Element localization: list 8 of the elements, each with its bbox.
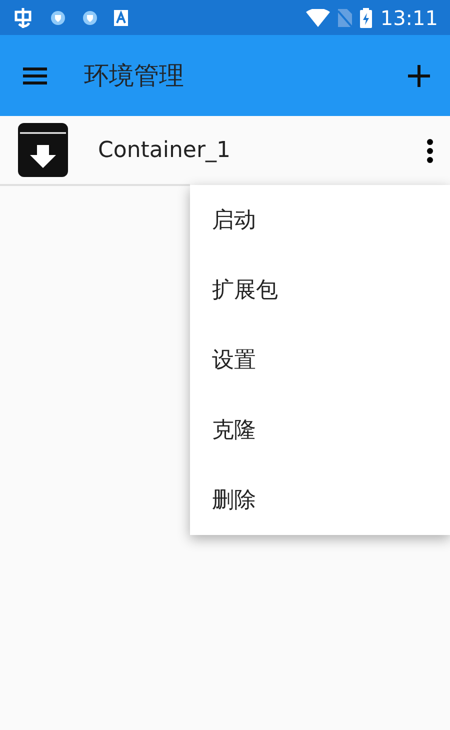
menu-item[interactable]: 启动 (190, 185, 450, 255)
menu-item[interactable]: 删除 (190, 465, 450, 535)
menu-item[interactable]: 克隆 (190, 395, 450, 465)
page-title: 环境管理 (84, 60, 184, 92)
menu-item[interactable]: 设置 (190, 325, 450, 395)
clock-time: 13:11 (380, 4, 438, 32)
container-name[interactable]: Container_1 (98, 134, 231, 166)
menu-item[interactable]: 扩展包 (190, 255, 450, 325)
